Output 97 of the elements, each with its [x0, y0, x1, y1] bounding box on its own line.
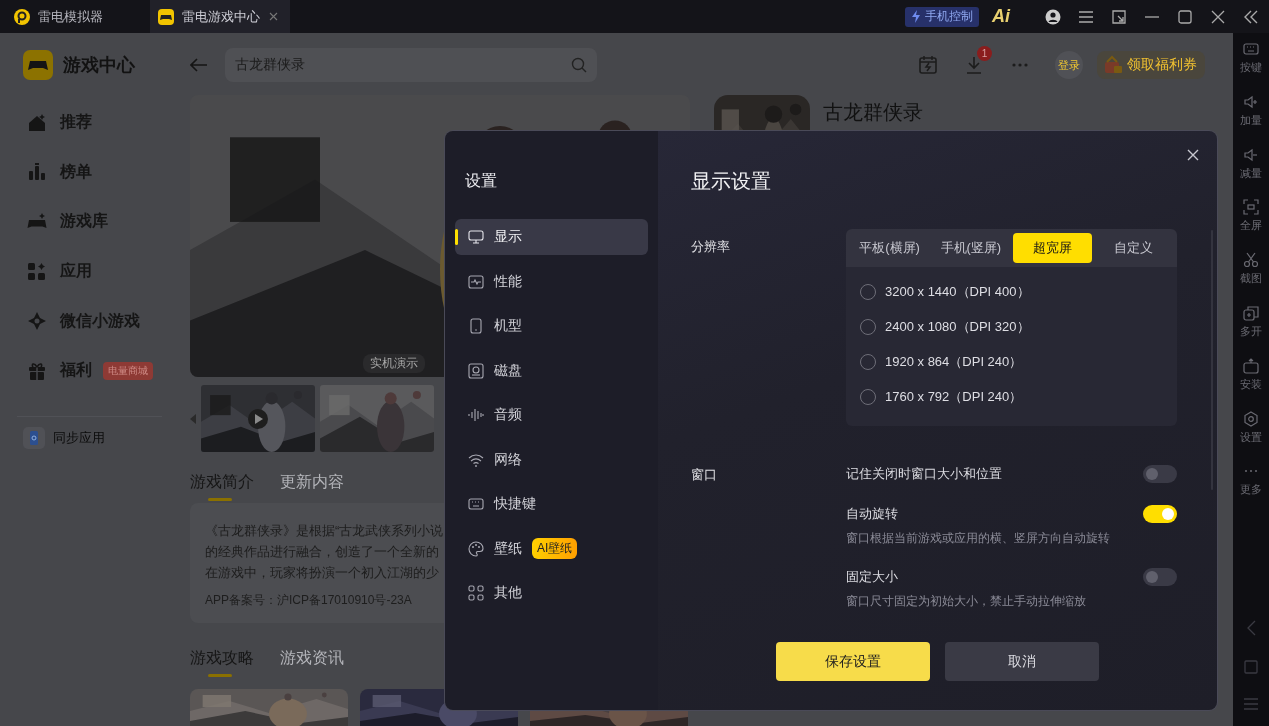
settings-nav-item[interactable]: 音频 [455, 397, 648, 433]
settings-nav-item[interactable]: 壁纸 AI壁纸 [455, 530, 648, 567]
audio-wave-icon [468, 407, 484, 423]
settings-nav-item[interactable]: 磁盘 [455, 352, 648, 389]
star-icon [27, 311, 47, 332]
setting-label: 窗口 [691, 466, 718, 485]
setting-label: 记住关闭时窗口大小和位置 [846, 465, 1002, 484]
toolbar-button[interactable]: 加量 [1234, 93, 1268, 147]
settings-nav-item[interactable]: 性能 [455, 263, 648, 300]
bar-chart-icon [27, 162, 47, 183]
gamepad-icon [158, 8, 174, 25]
home-icon [27, 112, 47, 133]
segment-tab[interactable]: 超宽屏 [1012, 233, 1092, 263]
palette-icon [468, 540, 484, 557]
caret-left-icon[interactable] [190, 413, 196, 424]
back-icon[interactable] [1246, 620, 1256, 636]
multi-window-icon [1243, 305, 1259, 321]
more-icon [1243, 470, 1259, 473]
setting-description: 窗口根据当前游戏或应用的横、竖屏方向自动旋转 [846, 530, 1111, 548]
toggle-switch[interactable] [1143, 568, 1177, 587]
option-label: 3200 x 1440（DPI 400） [885, 283, 1030, 302]
dialog-title: 设置 [464, 171, 498, 191]
tab[interactable]: 更新内容 [280, 471, 344, 501]
app-title: 游戏中心 [63, 54, 135, 77]
option-label: 1760 x 792（DPI 240） [885, 387, 1023, 406]
close-icon[interactable] [1209, 8, 1226, 25]
toolbar-button[interactable]: 设置 [1234, 410, 1268, 464]
gift-icon [27, 360, 47, 381]
settings-nav-item[interactable]: 机型 [455, 308, 648, 344]
settings-nav-item[interactable]: 显示 [455, 219, 648, 255]
scissors-icon [1243, 252, 1259, 269]
phone-icon [468, 318, 484, 334]
option-label: 1920 x 864（DPI 240） [885, 353, 1023, 371]
coupon-button[interactable]: 领取福利券 [1097, 51, 1205, 79]
toolbar-button[interactable]: 多开 [1234, 305, 1268, 358]
gamepad-icon [23, 50, 53, 80]
badge: AI壁纸 [532, 538, 578, 559]
more-icon[interactable] [1012, 63, 1028, 67]
fullscreen-icon [1243, 199, 1259, 216]
toolbar-button[interactable]: 按键 [1234, 41, 1268, 94]
section-heading: 显示设置 [691, 169, 772, 192]
gift-icon [1103, 55, 1123, 75]
volume-up-icon [1243, 93, 1259, 110]
calendar-icon[interactable] [918, 55, 938, 75]
toggle-switch[interactable] [1143, 465, 1177, 484]
bolt-icon [911, 10, 921, 23]
apps-icon [27, 261, 47, 282]
save-button[interactable]: 保存设置 [776, 642, 930, 681]
setting-label: 分辨率 [691, 238, 731, 256]
window-tab[interactable]: 雷电模拟器 [0, 0, 145, 33]
close-icon[interactable] [1187, 149, 1199, 161]
toolbar-button[interactable]: 更多 [1234, 463, 1268, 517]
apk-install-icon [1243, 357, 1259, 374]
wifi-icon [468, 451, 484, 468]
search-icon[interactable] [571, 57, 587, 73]
ai-logo[interactable]: Ai [992, 6, 1010, 27]
game-title: 古龙群侠录 [823, 100, 923, 125]
setting-label: 自动旋转 [846, 505, 898, 524]
option-label: 2400 x 1080（DPI 320） [885, 318, 1030, 337]
toolbar-button[interactable]: 减量 [1234, 146, 1268, 200]
toggle-switch[interactable] [1143, 505, 1177, 524]
pulse-icon [468, 273, 484, 290]
toolbar-button[interactable]: 安装 [1234, 357, 1268, 411]
phone-icon [23, 426, 45, 449]
toolbar-button[interactable]: 全屏 [1234, 199, 1268, 253]
segment-tab[interactable]: 平板(横屏) [850, 233, 930, 263]
segment-tab[interactable]: 手机(竖屏) [931, 233, 1011, 263]
grid-icon [468, 585, 484, 601]
window-icon[interactable] [1110, 8, 1127, 25]
phone-control-button[interactable]: 手机控制 [905, 6, 979, 27]
badge: 电量商城 [103, 361, 153, 380]
settings-nav-item[interactable]: 快捷键 [455, 486, 648, 522]
settings-nav-item[interactable]: 网络 [455, 441, 648, 478]
double-chevron-icon[interactable] [1242, 8, 1259, 25]
logo-icon [14, 8, 30, 25]
tab[interactable]: 游戏资讯 [280, 647, 344, 677]
toolbar-button[interactable]: 截图 [1234, 252, 1268, 305]
keyboard-icon [1243, 41, 1259, 57]
login-button[interactable]: 登录 [1055, 51, 1083, 79]
settings-icon [1243, 410, 1259, 427]
play-icon[interactable] [248, 409, 268, 429]
keyboard-icon [468, 496, 484, 512]
menu-icon[interactable] [1077, 8, 1094, 25]
maximize-icon[interactable] [1176, 8, 1193, 25]
video-caption: 实机演示 [363, 354, 425, 373]
back-arrow-icon[interactable] [190, 58, 208, 72]
cancel-button[interactable]: 取消 [945, 642, 1099, 681]
setting-label: 固定大小 [846, 568, 898, 587]
user-icon[interactable] [1044, 8, 1061, 25]
download-icon[interactable] [965, 56, 983, 74]
volume-down-icon [1243, 146, 1259, 163]
settings-nav-item[interactable]: 其他 [455, 575, 648, 611]
notification-badge: 1 [977, 46, 992, 61]
monitor-icon [468, 229, 484, 245]
setting-description: 窗口尺寸固定为初始大小，禁止手动拉伸缩放 [846, 593, 1087, 611]
segment-tab[interactable]: 自定义 [1093, 233, 1173, 263]
window-tab[interactable]: 雷电游戏中心 [150, 0, 290, 33]
